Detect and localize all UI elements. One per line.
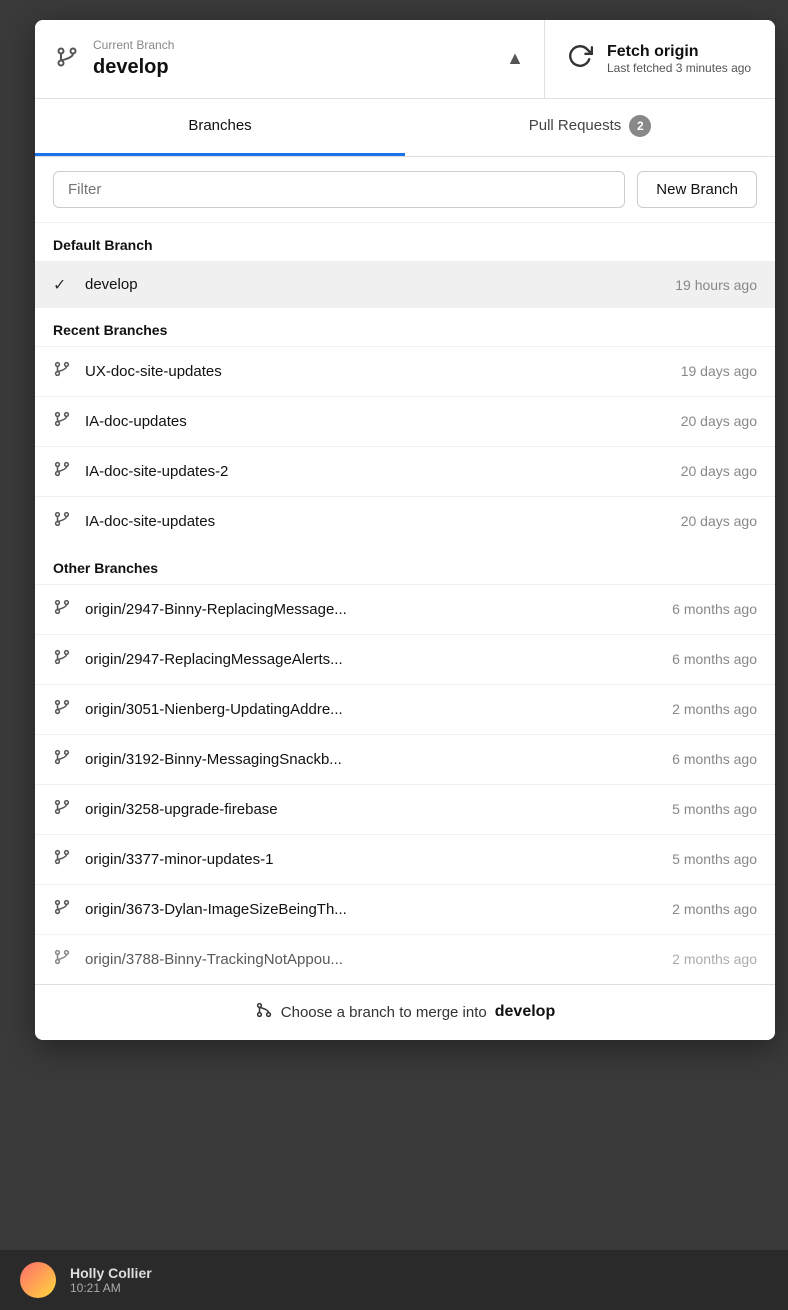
tab-pull-requests[interactable]: Pull Requests 2 [405,99,775,156]
branch-item-time: 6 months ago [672,651,757,667]
branch-item-ux-doc[interactable]: UX-doc-site-updates 19 days ago [35,346,775,396]
git-branch-icon [55,45,79,73]
branch-item-ia-doc-site[interactable]: IA-doc-site-updates 20 days ago [35,496,775,546]
branch-item-name: UX-doc-site-updates [85,363,669,380]
branch-item-name: origin/2947-ReplacingMessageAlerts... [85,651,660,668]
branch-item-time: 6 months ago [672,751,757,767]
git-branch-small-icon [53,698,73,721]
branch-item-time: 20 days ago [681,413,757,429]
tab-branches-label: Branches [188,117,251,134]
fetch-title: Fetch origin [607,43,751,61]
user-time: 10:21 AM [70,1281,152,1295]
merge-icon [255,1001,273,1024]
branch-item-name: develop [85,276,663,293]
branch-item-3377[interactable]: origin/3377-minor-updates-1 5 months ago [35,834,775,884]
branch-item-3788[interactable]: origin/3788-Binny-TrackingNotAppou... 2 … [35,934,775,984]
branch-item-3258[interactable]: origin/3258-upgrade-firebase 5 months ag… [35,784,775,834]
git-branch-small-icon [53,460,73,483]
tab-pull-requests-label: Pull Requests [529,117,622,134]
branch-item-name: origin/3377-minor-updates-1 [85,851,660,868]
branch-item-name: origin/3258-upgrade-firebase [85,801,660,818]
branch-item-time: 2 months ago [672,901,757,917]
branch-panel: Current Branch develop ▲ Fetch origin La… [35,20,775,1040]
git-branch-small-icon [53,510,73,533]
git-branch-small-icon [53,598,73,621]
git-branch-small-icon [53,848,73,871]
branch-item-time: 20 days ago [681,463,757,479]
branch-item-time: 2 months ago [672,701,757,717]
section-default-branch: Default Branch [35,223,775,261]
branch-item-time: 19 hours ago [675,277,757,293]
branch-name: develop [93,54,174,80]
branch-item-time: 5 months ago [672,801,757,817]
branch-item-3673[interactable]: origin/3673-Dylan-ImageSizeBeingTh... 2 … [35,884,775,934]
tab-bar: Branches Pull Requests 2 [35,99,775,157]
new-branch-button[interactable]: New Branch [637,171,757,208]
branch-item-time: 6 months ago [672,601,757,617]
user-name: Holly Collier [70,1265,152,1281]
branch-item-name: origin/3051-Nienberg-UpdatingAddre... [85,701,660,718]
git-branch-small-icon [53,648,73,671]
branch-item-ia-doc[interactable]: IA-doc-updates 20 days ago [35,396,775,446]
check-icon: ✓ [53,275,73,295]
section-other-branches: Other Branches [35,546,775,584]
branch-item-name: origin/3192-Binny-MessagingSnackb... [85,751,660,768]
chevron-up-icon: ▲ [506,48,524,69]
branch-item-time: 5 months ago [672,851,757,867]
tab-branches[interactable]: Branches [35,99,405,156]
branch-item-time: 2 months ago [672,951,757,967]
avatar [20,1262,56,1298]
branch-list: Default Branch ✓ develop 19 hours ago Re… [35,223,775,984]
panel-header: Current Branch develop ▲ Fetch origin La… [35,20,775,99]
branch-item-3051[interactable]: origin/3051-Nienberg-UpdatingAddre... 2 … [35,684,775,734]
branch-item-time: 19 days ago [681,363,757,379]
branch-item-name: IA-doc-site-updates-2 [85,463,669,480]
git-branch-small-icon [53,410,73,433]
branch-item-2947-replacing[interactable]: origin/2947-ReplacingMessageAlerts... 6 … [35,634,775,684]
branch-label: Current Branch [93,38,174,54]
merge-footer[interactable]: Choose a branch to merge into develop [35,984,775,1040]
branch-info: Current Branch develop [93,38,174,80]
branch-item-name: origin/3788-Binny-TrackingNotAppou... [85,951,660,968]
branch-item-2947-binny[interactable]: origin/2947-Binny-ReplacingMessage... 6 … [35,584,775,634]
branch-item-name: IA-doc-site-updates [85,513,669,530]
fetch-origin-button[interactable]: Fetch origin Last fetched 3 minutes ago [545,20,775,98]
branch-item-name: origin/2947-Binny-ReplacingMessage... [85,601,660,618]
git-branch-small-icon [53,948,73,971]
git-branch-small-icon [53,798,73,821]
branch-item-name: IA-doc-updates [85,413,669,430]
fetch-info: Fetch origin Last fetched 3 minutes ago [607,43,751,75]
footer-text: Choose a branch to merge into [281,1004,487,1021]
git-branch-small-icon [53,748,73,771]
user-info: Holly Collier 10:21 AM [70,1265,152,1295]
git-branch-small-icon [53,898,73,921]
pull-requests-badge: 2 [629,115,651,137]
fetch-subtitle: Last fetched 3 minutes ago [607,61,751,75]
current-branch-button[interactable]: Current Branch develop ▲ [35,20,544,98]
git-branch-small-icon [53,360,73,383]
branch-item-3192[interactable]: origin/3192-Binny-MessagingSnackb... 6 m… [35,734,775,784]
bottom-bar: Holly Collier 10:21 AM [0,1250,788,1310]
branch-item-ia-doc-site-2[interactable]: IA-doc-site-updates-2 20 days ago [35,446,775,496]
refresh-icon [567,43,593,75]
footer-branch-name: develop [495,1003,555,1021]
branch-item-develop[interactable]: ✓ develop 19 hours ago [35,261,775,308]
section-recent-branches: Recent Branches [35,308,775,346]
filter-row: New Branch [35,157,775,223]
branch-item-time: 20 days ago [681,513,757,529]
branch-item-name: origin/3673-Dylan-ImageSizeBeingTh... [85,901,660,918]
filter-input[interactable] [53,171,625,208]
